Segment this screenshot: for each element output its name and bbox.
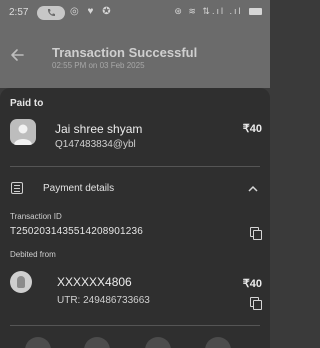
- divider: [10, 166, 260, 167]
- signal-wifi-icons: ⊛ ≋ ⇅.ıl .ıl: [174, 6, 243, 16]
- transaction-timestamp: 02:55 PM on 03 Feb 2025: [52, 61, 145, 70]
- paid-amount: ₹40: [242, 123, 262, 135]
- transaction-card: Paid to Jai shree shyam Q147483834@ybl ₹…: [0, 88, 270, 348]
- action-button[interactable]: [25, 337, 51, 348]
- utr-number: UTR: 249486733663: [57, 295, 150, 306]
- app-header: Transaction Successful 02:55 PM on 03 Fe…: [0, 26, 270, 88]
- notification-icons: ◎ ♥ ✪: [70, 6, 114, 17]
- bank-logo-icon: [10, 271, 32, 293]
- action-button[interactable]: [145, 337, 171, 348]
- battery-icon: [249, 8, 262, 16]
- system-status-icons: ⊛ ≋ ⇅.ıl .ıl: [174, 6, 262, 17]
- payment-details-toggle[interactable]: Payment details: [43, 183, 114, 194]
- debited-from-label: Debited from: [10, 250, 56, 259]
- debited-amount: ₹40: [242, 278, 262, 290]
- ongoing-call-indicator[interactable]: [37, 6, 65, 20]
- status-time: 2:57: [9, 7, 29, 18]
- payee-upi-id: Q147483834@ybl: [55, 139, 136, 150]
- action-button[interactable]: [84, 337, 110, 348]
- status-bar: 2:57 ◎ ♥ ✪ ⊛ ≋ ⇅.ıl .ıl: [0, 0, 270, 26]
- transaction-id-label: Transaction ID: [10, 212, 62, 221]
- user-icon: [14, 124, 32, 145]
- phone-icon: [47, 9, 55, 17]
- receipt-icon: [11, 182, 23, 194]
- action-button[interactable]: [205, 337, 231, 348]
- copy-icon[interactable]: [250, 227, 262, 240]
- back-arrow-icon[interactable]: [8, 46, 26, 64]
- payee-name: Jai shree shyam: [55, 122, 143, 136]
- paid-to-label: Paid to: [10, 98, 44, 109]
- account-number: XXXXXX4806: [57, 275, 132, 289]
- chevron-up-icon[interactable]: [248, 185, 258, 192]
- avatar: [10, 119, 36, 145]
- copy-icon[interactable]: [250, 297, 262, 310]
- transaction-id: T2502031435514208901236: [10, 226, 144, 237]
- page-title: Transaction Successful: [52, 45, 198, 60]
- divider: [10, 325, 260, 326]
